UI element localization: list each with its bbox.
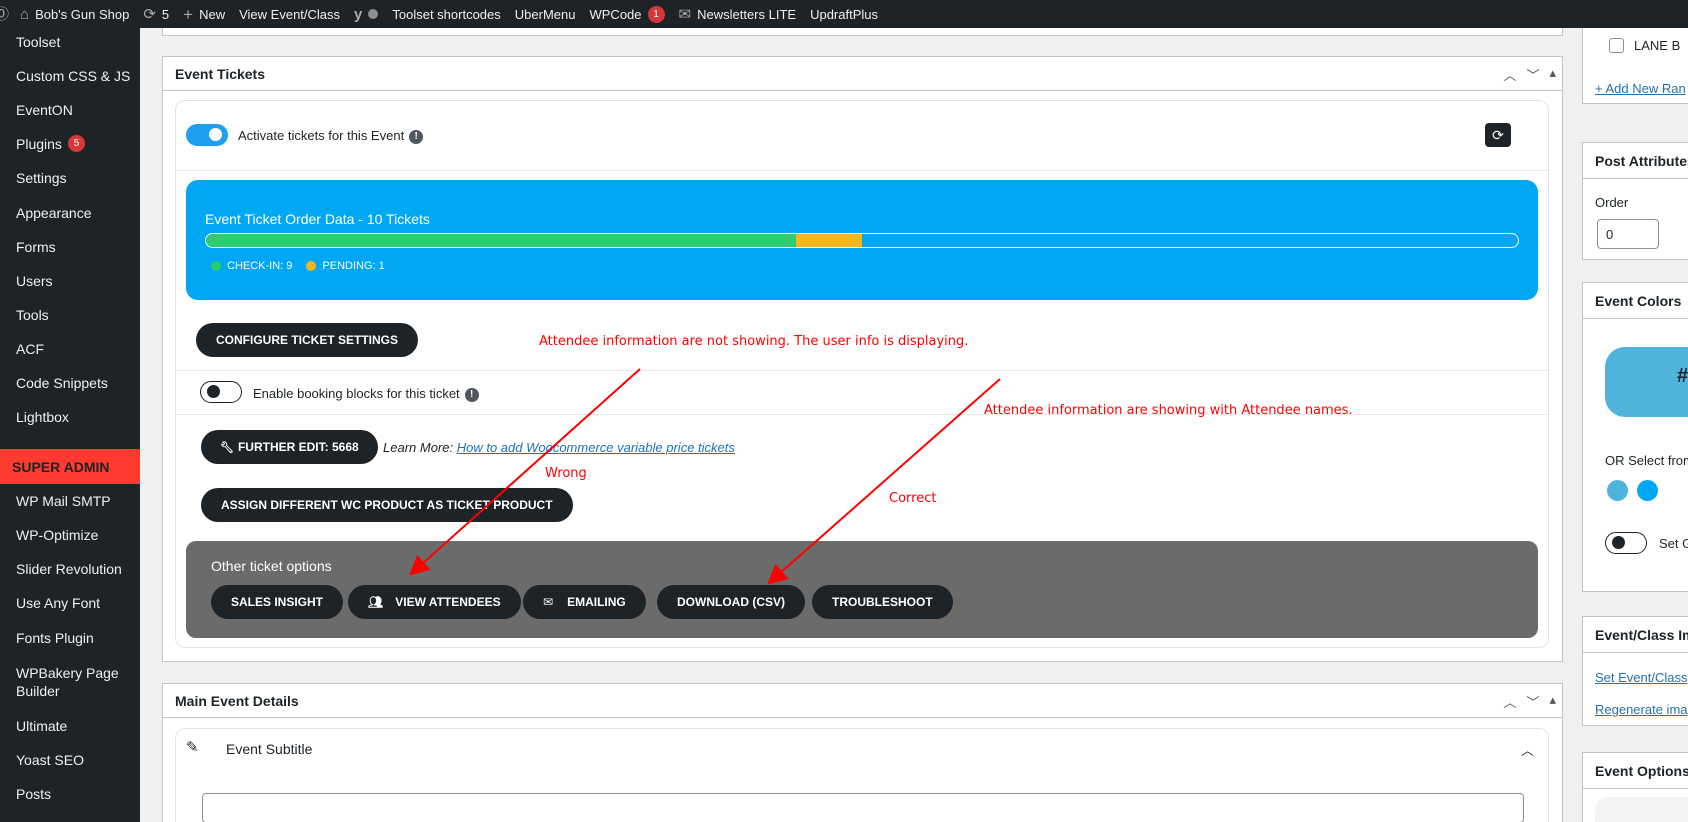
- set-global-label: Set G: [1659, 536, 1688, 551]
- arrow-to-view-attendees: [409, 368, 641, 576]
- post-attributes-metabox: Post Attributes Order 0: [1582, 142, 1688, 260]
- lane-b-checkbox[interactable]: [1609, 38, 1624, 53]
- add-new-range-link[interactable]: + Add New Ran: [1595, 81, 1686, 96]
- order-input[interactable]: 0: [1597, 219, 1659, 249]
- yoast-icon: y: [354, 5, 363, 23]
- regenerate-image-link[interactable]: Regenerate ima: [1595, 702, 1688, 717]
- collapse-toggle-icon[interactable]: ▴: [1549, 692, 1556, 711]
- color-preview-swatch[interactable]: #: [1605, 347, 1688, 417]
- seo-status-dot-icon: [368, 9, 379, 19]
- event-options-title: Event Options: [1583, 753, 1688, 789]
- event-image-metabox: Event/Class Im Set Event/Class Regenerat…: [1582, 616, 1688, 726]
- metabox-controls: ︿ ﹀ ▴: [1503, 692, 1556, 711]
- event-subtitle-input[interactable]: [202, 793, 1524, 822]
- event-options-panel: [1595, 797, 1688, 822]
- event-image-title: Event/Class Im: [1583, 617, 1688, 653]
- toolset-shortcodes-link[interactable]: Toolset shortcodes: [385, 0, 507, 28]
- event-colors-title: Event Colors: [1583, 283, 1688, 319]
- event-colors-metabox: Event Colors # OR Select from Set G: [1582, 282, 1688, 592]
- main-event-details-header: Main Event Details: [163, 684, 1562, 718]
- refresh-icon: ⟳: [143, 5, 156, 23]
- view-event-link[interactable]: View Event/Class: [232, 0, 347, 28]
- home-icon: ⌂: [20, 5, 30, 23]
- post-attributes-title: Post Attributes: [1583, 143, 1688, 179]
- order-label: Order: [1595, 195, 1629, 210]
- lane-b-option[interactable]: LANE B: [1609, 38, 1680, 53]
- color-hash-label: #: [1677, 365, 1688, 387]
- wpcode-badge: 1: [647, 5, 665, 23]
- color-swatch-blue[interactable]: [1637, 480, 1658, 501]
- ubermenu-link[interactable]: UberMenu: [508, 0, 583, 28]
- move-down-icon[interactable]: ﹀: [1526, 692, 1539, 711]
- wpcode-link[interactable]: WPCode 1: [582, 0, 671, 28]
- or-select-label: OR Select from: [1605, 453, 1688, 468]
- site-name-link[interactable]: ⌂ Bob's Gun Shop: [12, 0, 136, 28]
- lanes-metabox: LANE B + Add New Ran: [1582, 20, 1688, 104]
- plus-icon: +: [183, 4, 194, 24]
- new-content-link[interactable]: + New: [176, 0, 232, 28]
- chevron-up-icon[interactable]: ︿: [1521, 740, 1534, 759]
- event-options-metabox: Event Options: [1582, 752, 1688, 822]
- updates-link[interactable]: ⟳ 5: [136, 0, 176, 28]
- arrow-to-download-csv: [767, 378, 1001, 585]
- event-subtitle-label: Event Subtitle: [226, 741, 313, 757]
- move-up-icon[interactable]: ︿: [1503, 692, 1516, 711]
- envelope-icon: ✉: [678, 5, 692, 23]
- wp-logo[interactable]: ⓪: [0, 0, 12, 28]
- pencil-icon: ✎: [186, 739, 199, 756]
- yoast-link[interactable]: y: [347, 0, 385, 28]
- wordpress-icon: ⓪: [0, 5, 10, 23]
- set-global-toggle[interactable]: [1605, 532, 1647, 554]
- newsletters-link[interactable]: ✉ Newsletters LITE: [672, 0, 804, 28]
- updraftplus-link[interactable]: UpdraftPlus: [803, 0, 885, 28]
- set-event-image-link[interactable]: Set Event/Class: [1595, 670, 1688, 685]
- color-swatch-light-blue[interactable]: [1607, 480, 1628, 501]
- admin-bar: ⓪ ⌂ Bob's Gun Shop ⟳ 5 + New View Event/…: [0, 0, 1688, 28]
